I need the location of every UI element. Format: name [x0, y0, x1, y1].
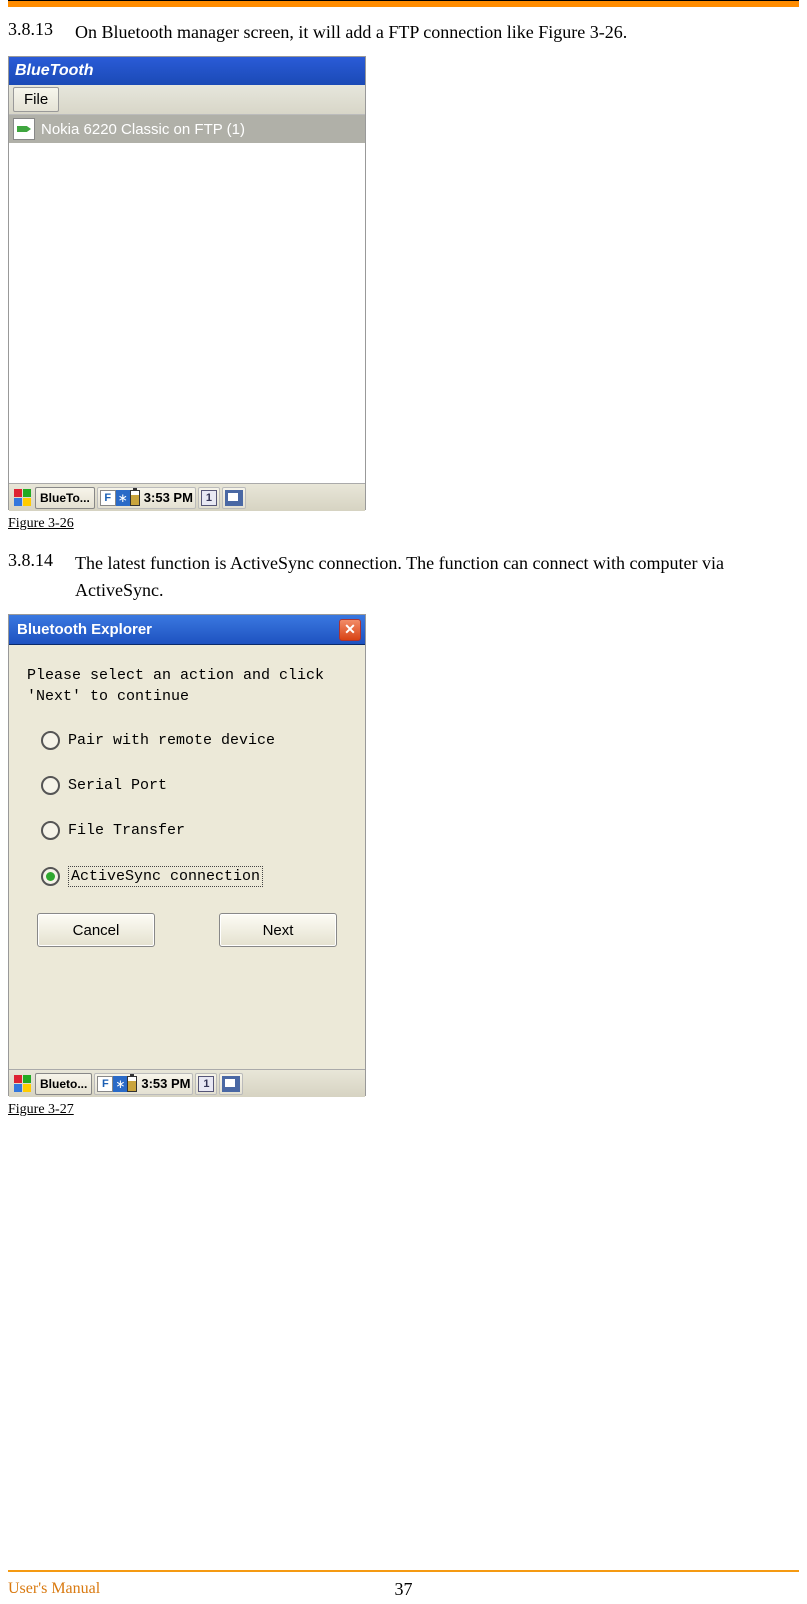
f-icon[interactable]: F: [97, 1076, 113, 1092]
radio-label: Serial Port: [68, 777, 167, 794]
tray-group: F ∗ 3:53 PM: [97, 487, 196, 509]
radio-icon: [41, 731, 60, 750]
desktop-icon[interactable]: [219, 1073, 243, 1095]
section-text: The latest function is ActiveSync connec…: [75, 550, 799, 604]
one-icon: 1: [198, 1076, 214, 1092]
dialog-prompt: Please select an action and click 'Next'…: [27, 665, 347, 707]
taskbar-clock: 3:53 PM: [141, 1076, 190, 1091]
start-button-icon[interactable]: [11, 1073, 33, 1095]
taskbar: BlueTo... F ∗ 3:53 PM 1: [9, 483, 365, 511]
section-number: 3.8.14: [8, 550, 75, 604]
taskbar-app-button[interactable]: Blueto...: [35, 1073, 92, 1095]
page-number: 37: [395, 1579, 413, 1600]
section-3-8-13: 3.8.13 On Bluetooth manager screen, it w…: [8, 19, 799, 46]
radio-label: File Transfer: [68, 822, 185, 839]
radio-icon: [41, 821, 60, 840]
footer: User's Manual 37: [8, 1580, 799, 1598]
radio-activesync[interactable]: ActiveSync connection: [41, 866, 347, 887]
radio-icon-selected: [41, 867, 60, 886]
battery-icon[interactable]: [127, 1076, 137, 1092]
footer-label: User's Manual: [8, 1580, 100, 1598]
show-desktop-icon: [222, 1076, 240, 1092]
bluetooth-icon[interactable]: ∗: [116, 490, 130, 506]
start-button-icon[interactable]: [11, 487, 33, 509]
figure-3-26-caption: Figure 3-26: [8, 516, 799, 532]
radio-file-transfer[interactable]: File Transfer: [41, 821, 347, 840]
dialog-title: Bluetooth Explorer: [17, 621, 152, 638]
connection-list: Nokia 6220 Classic on FTP (1): [9, 115, 365, 483]
close-button[interactable]: ✕: [339, 619, 361, 641]
action-radio-group: Pair with remote device Serial Port File…: [41, 731, 347, 887]
window-titlebar: BlueTooth: [9, 57, 365, 85]
desktop-icon[interactable]: [222, 487, 246, 509]
taskbar: Blueto... F ∗ 3:53 PM 1: [9, 1069, 365, 1097]
menu-bar: File: [9, 85, 365, 115]
ftp-connection-item[interactable]: Nokia 6220 Classic on FTP (1): [9, 115, 365, 143]
ftp-icon: [13, 118, 35, 140]
taskbar-clock: 3:53 PM: [144, 490, 193, 505]
section-text: On Bluetooth manager screen, it will add…: [75, 19, 627, 46]
input-indicator[interactable]: 1: [195, 1073, 217, 1095]
page-content: 3.8.13 On Bluetooth manager screen, it w…: [0, 19, 807, 1118]
f-icon[interactable]: F: [100, 490, 116, 506]
input-indicator[interactable]: 1: [198, 487, 220, 509]
tray-group: F ∗ 3:53 PM: [94, 1073, 193, 1095]
screenshot-bluetooth-explorer: Bluetooth Explorer ✕ Please select an ac…: [8, 614, 366, 1096]
show-desktop-icon: [225, 490, 243, 506]
dialog-button-row: Cancel Next: [27, 913, 347, 947]
top-orange-bar: [8, 0, 799, 7]
screenshot-bluetooth-manager: BlueTooth File Nokia 6220 Classic on FTP…: [8, 56, 366, 510]
radio-label: ActiveSync connection: [68, 866, 263, 887]
window-title: BlueTooth: [15, 62, 94, 80]
footer-divider: [8, 1570, 799, 1572]
dialog-body: Please select an action and click 'Next'…: [9, 645, 365, 1069]
radio-icon: [41, 776, 60, 795]
section-number: 3.8.13: [8, 19, 75, 46]
section-3-8-14: 3.8.14 The latest function is ActiveSync…: [8, 550, 799, 604]
radio-pair[interactable]: Pair with remote device: [41, 731, 347, 750]
dialog-titlebar: Bluetooth Explorer ✕: [9, 615, 365, 645]
radio-serial[interactable]: Serial Port: [41, 776, 347, 795]
battery-icon[interactable]: [130, 490, 140, 506]
radio-label: Pair with remote device: [68, 732, 275, 749]
next-button[interactable]: Next: [219, 913, 337, 947]
taskbar-app-button[interactable]: BlueTo...: [35, 487, 95, 509]
figure-3-27-caption: Figure 3-27: [8, 1102, 799, 1118]
cancel-button[interactable]: Cancel: [37, 913, 155, 947]
one-icon: 1: [201, 490, 217, 506]
ftp-connection-label: Nokia 6220 Classic on FTP (1): [41, 121, 245, 138]
file-menu-button[interactable]: File: [13, 87, 59, 112]
bluetooth-icon[interactable]: ∗: [113, 1076, 127, 1092]
